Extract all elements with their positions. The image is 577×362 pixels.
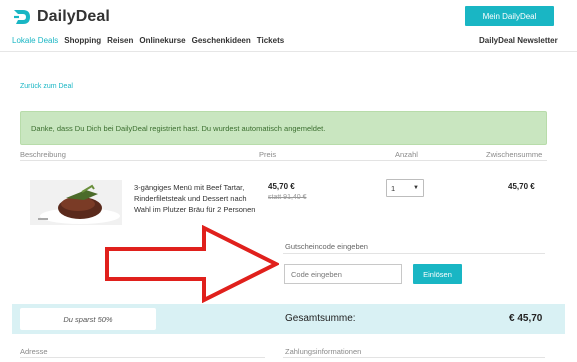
payment-divider [283, 357, 545, 358]
table-header-divider [20, 160, 547, 161]
column-header-description: Beschreibung [20, 150, 66, 159]
product-old-price: statt 91,40 € [268, 194, 307, 201]
column-header-quantity: Anzahl [395, 150, 418, 159]
product-image [30, 180, 122, 225]
coupon-code-input[interactable]: Code eingeben [284, 264, 402, 284]
nav-item-reisen[interactable]: Reisen [107, 36, 133, 45]
address-divider [20, 357, 265, 358]
newsletter-link[interactable]: DailyDeal Newsletter [479, 36, 558, 45]
redeem-coupon-button[interactable]: Einlösen [413, 264, 462, 284]
nav-item-geschenkideen[interactable]: Geschenkideen [192, 36, 251, 45]
product-price: 45,70 € [268, 182, 295, 191]
nav-item-lokale-deals[interactable]: Lokale Deals [12, 36, 58, 45]
quantity-value: 1 [391, 183, 396, 193]
registration-success-alert: Danke, dass Du Dich bei DailyDeal regist… [20, 111, 547, 145]
caret-down-icon: ▼ [413, 185, 419, 191]
back-to-deal-link[interactable]: Zurück zum Deal [20, 83, 73, 90]
steak-dish-image [30, 180, 122, 225]
coupon-placeholder: Code eingeben [291, 269, 342, 279]
main-nav: Lokale Deals Shopping Reisen Onlinekurse… [12, 36, 290, 45]
nav-item-tickets[interactable]: Tickets [257, 36, 284, 45]
total-label: Gesamtsumme: [285, 313, 356, 324]
coupon-divider [283, 253, 545, 254]
header-divider [0, 51, 577, 52]
total-value: € 45,70 [509, 313, 543, 324]
savings-badge: Du sparst 50% [20, 308, 156, 330]
product-subtotal: 45,70 € [508, 182, 535, 191]
product-description[interactable]: 3-gängiges Menü mit Beef Tartar, Rinderf… [134, 182, 256, 215]
coupon-label: Gutscheincode eingeben [285, 242, 368, 251]
nav-item-shopping[interactable]: Shopping [64, 36, 101, 45]
column-header-price: Preis [259, 150, 277, 159]
mein-dailydeal-button[interactable]: Mein DailyDeal [465, 6, 554, 26]
dailydeal-logo[interactable]: DailyDeal [12, 8, 110, 26]
payment-info-heading: Zahlungsinformationen [285, 347, 362, 356]
brand-name: DailyDeal [37, 8, 110, 25]
address-heading: Adresse [20, 347, 48, 356]
column-header-subtotal: Zwischensumme [486, 150, 543, 159]
alert-message: Danke, dass Du Dich bei DailyDeal regist… [31, 123, 326, 133]
red-arrow-annotation [105, 225, 279, 303]
nav-item-onlinekurse[interactable]: Onlinekurse [139, 36, 185, 45]
dailydeal-logo-icon [14, 10, 30, 24]
quantity-select[interactable]: 1 ▼ [386, 179, 424, 197]
